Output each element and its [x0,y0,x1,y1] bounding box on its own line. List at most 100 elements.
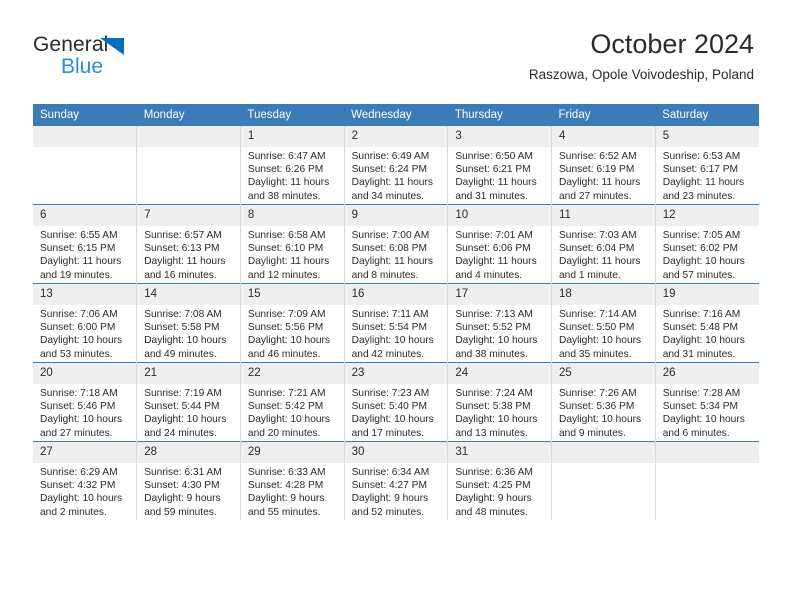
day-cell[interactable]: 21 Sunrise: 7:19 AM Sunset: 5:44 PM Dayl… [136,362,241,442]
daylight-text-line2: and 16 minutes. [144,269,217,281]
daylight-text-line1: Daylight: 10 hours [559,335,642,347]
day-cell[interactable]: 31 Sunrise: 6:36 AM Sunset: 4:25 PM Dayl… [447,441,552,520]
daylight-text-line1: Daylight: 10 hours [559,414,642,426]
daylight-text-line1: Daylight: 11 hours [559,256,641,268]
day-number: 26 [655,363,759,384]
day-cell[interactable]: 18 Sunrise: 7:14 AM Sunset: 5:50 PM Dayl… [551,283,656,363]
day-number: 22 [240,363,344,384]
day-cell[interactable]: 20 Sunrise: 7:18 AM Sunset: 5:46 PM Dayl… [33,362,137,442]
day-cell[interactable]: 11 Sunrise: 7:03 AM Sunset: 6:04 PM Dayl… [551,204,656,284]
day-info: Sunrise: 6:57 AM Sunset: 6:13 PM Dayligh… [137,226,240,282]
day-cell[interactable]: 19 Sunrise: 7:16 AM Sunset: 5:48 PM Dayl… [654,283,759,363]
daylight-text-line1: Daylight: 10 hours [247,414,331,426]
sunset-text: Sunset: 6:15 PM [40,243,116,255]
daylight-text-line1: Daylight: 10 hours [247,335,331,347]
day-number: 10 [448,205,552,226]
day-number: 28 [137,442,240,463]
day-info: Sunrise: 6:53 AM Sunset: 6:17 PM Dayligh… [656,147,759,203]
day-cell[interactable]: 10 Sunrise: 7:01 AM Sunset: 6:06 PM Dayl… [447,204,552,284]
daylight-text-line2: and 31 minutes. [662,348,736,360]
sunset-text: Sunset: 5:36 PM [559,401,635,413]
day-cell[interactable]: 1 Sunrise: 6:47 AM Sunset: 6:26 PM Dayli… [239,126,345,205]
day-cell[interactable]: 23 Sunrise: 7:23 AM Sunset: 5:40 PM Dayl… [343,362,448,442]
day-number: 16 [344,284,448,305]
sunset-text: Sunset: 5:58 PM [144,322,220,334]
day-cell[interactable] [551,441,656,520]
day-number: 2 [344,126,448,147]
sunrise-text: Sunrise: 7:21 AM [247,388,326,399]
day-cell[interactable]: 13 Sunrise: 7:06 AM Sunset: 6:00 PM Dayl… [33,283,137,363]
sunrise-text: Sunrise: 7:09 AM [247,309,326,320]
day-cell[interactable]: 16 Sunrise: 7:11 AM Sunset: 5:54 PM Dayl… [343,283,448,363]
sunset-text: Sunset: 4:32 PM [40,480,116,492]
day-cell[interactable]: 26 Sunrise: 7:28 AM Sunset: 5:34 PM Dayl… [654,362,759,442]
day-number: 7 [137,205,240,226]
calendar-week-row: 27 Sunrise: 6:29 AM Sunset: 4:32 PM Dayl… [33,441,759,520]
calendar-page: General Blue October 2024 Raszowa, Opole… [0,0,792,612]
sunset-text: Sunset: 5:48 PM [662,322,739,334]
weekday-header-friday: Friday [551,104,656,126]
day-info: Sunrise: 7:16 AM Sunset: 5:48 PM Dayligh… [656,305,759,361]
sunrise-text: Sunrise: 6:52 AM [559,151,637,162]
general-blue-logo[interactable]: General Blue [33,33,233,85]
day-number: 21 [137,363,240,384]
sunrise-text: Sunrise: 7:16 AM [662,309,741,320]
day-cell[interactable]: 17 Sunrise: 7:13 AM Sunset: 5:52 PM Dayl… [447,283,552,363]
day-cell[interactable]: 25 Sunrise: 7:26 AM Sunset: 5:36 PM Dayl… [551,362,656,442]
weekday-header-monday: Monday [136,104,241,126]
day-cell[interactable]: 8 Sunrise: 6:58 AM Sunset: 6:10 PM Dayli… [239,204,345,284]
day-cell[interactable]: 28 Sunrise: 6:31 AM Sunset: 4:30 PM Dayl… [136,441,241,520]
day-cell[interactable]: 29 Sunrise: 6:33 AM Sunset: 4:28 PM Dayl… [239,441,345,520]
daylight-text-line2: and 19 minutes. [40,269,113,281]
daylight-text-line1: Daylight: 10 hours [40,414,123,426]
daylight-text-line2: and 9 minutes. [559,427,626,439]
calendar-body: 1 Sunrise: 6:47 AM Sunset: 6:26 PM Dayli… [33,126,759,520]
day-info: Sunrise: 6:49 AM Sunset: 6:24 PM Dayligh… [345,147,448,203]
day-number: 30 [344,442,448,463]
day-cell[interactable]: 30 Sunrise: 6:34 AM Sunset: 4:27 PM Dayl… [343,441,448,520]
day-number [137,126,240,147]
daylight-text-line1: Daylight: 10 hours [351,335,434,347]
day-info: Sunrise: 7:14 AM Sunset: 5:50 PM Dayligh… [552,305,655,361]
day-number [655,442,759,463]
day-cell[interactable]: 14 Sunrise: 7:08 AM Sunset: 5:58 PM Dayl… [136,283,241,363]
day-cell[interactable] [33,126,137,205]
daylight-text-line1: Daylight: 11 hours [662,177,745,189]
sunset-text: Sunset: 6:08 PM [351,243,427,255]
day-cell[interactable]: 22 Sunrise: 7:21 AM Sunset: 5:42 PM Dayl… [239,362,345,442]
day-cell[interactable]: 27 Sunrise: 6:29 AM Sunset: 4:32 PM Dayl… [33,441,137,520]
day-number: 18 [552,284,655,305]
day-cell[interactable]: 7 Sunrise: 6:57 AM Sunset: 6:13 PM Dayli… [136,204,241,284]
day-number: 3 [448,126,552,147]
day-number: 23 [344,363,448,384]
day-info: Sunrise: 6:29 AM Sunset: 4:32 PM Dayligh… [33,463,136,519]
day-cell[interactable] [136,126,241,205]
day-cell[interactable]: 5 Sunrise: 6:53 AM Sunset: 6:17 PM Dayli… [654,126,759,205]
day-cell[interactable]: 4 Sunrise: 6:52 AM Sunset: 6:19 PM Dayli… [551,126,656,205]
day-cell[interactable]: 3 Sunrise: 6:50 AM Sunset: 6:21 PM Dayli… [447,126,552,205]
day-cell[interactable]: 24 Sunrise: 7:24 AM Sunset: 5:38 PM Dayl… [447,362,552,442]
triangle-icon [100,38,124,55]
day-info: Sunrise: 7:26 AM Sunset: 5:36 PM Dayligh… [552,384,655,440]
sunrise-text: Sunrise: 7:19 AM [144,388,222,399]
sunrise-text: Sunrise: 7:08 AM [144,309,222,320]
day-cell[interactable]: 15 Sunrise: 7:09 AM Sunset: 5:56 PM Dayl… [239,283,345,363]
day-cell[interactable]: 2 Sunrise: 6:49 AM Sunset: 6:24 PM Dayli… [343,126,448,205]
day-cell[interactable]: 6 Sunrise: 6:55 AM Sunset: 6:15 PM Dayli… [33,204,137,284]
sunset-text: Sunset: 6:00 PM [40,322,116,334]
daylight-text-line1: Daylight: 9 hours [351,493,429,505]
daylight-text-line1: Daylight: 11 hours [144,256,226,268]
day-info: Sunrise: 7:13 AM Sunset: 5:52 PM Dayligh… [448,305,551,361]
daylight-text-line2: and 35 minutes. [559,348,632,360]
day-cell[interactable] [654,441,759,520]
daylight-text-line2: and 2 minutes. [40,506,107,518]
sunset-text: Sunset: 6:02 PM [662,243,739,255]
sunset-text: Sunset: 5:44 PM [144,401,220,413]
sunset-text: Sunset: 6:26 PM [247,164,324,176]
day-cell[interactable]: 9 Sunrise: 7:00 AM Sunset: 6:08 PM Dayli… [343,204,448,284]
sunrise-text: Sunrise: 6:58 AM [247,230,326,241]
day-info: Sunrise: 7:23 AM Sunset: 5:40 PM Dayligh… [345,384,448,440]
sunrise-sunset-calendar: Sunday Monday Tuesday Wednesday Thursday… [33,104,759,520]
day-cell[interactable]: 12 Sunrise: 7:05 AM Sunset: 6:02 PM Dayl… [654,204,759,284]
sunset-text: Sunset: 5:34 PM [662,401,739,413]
